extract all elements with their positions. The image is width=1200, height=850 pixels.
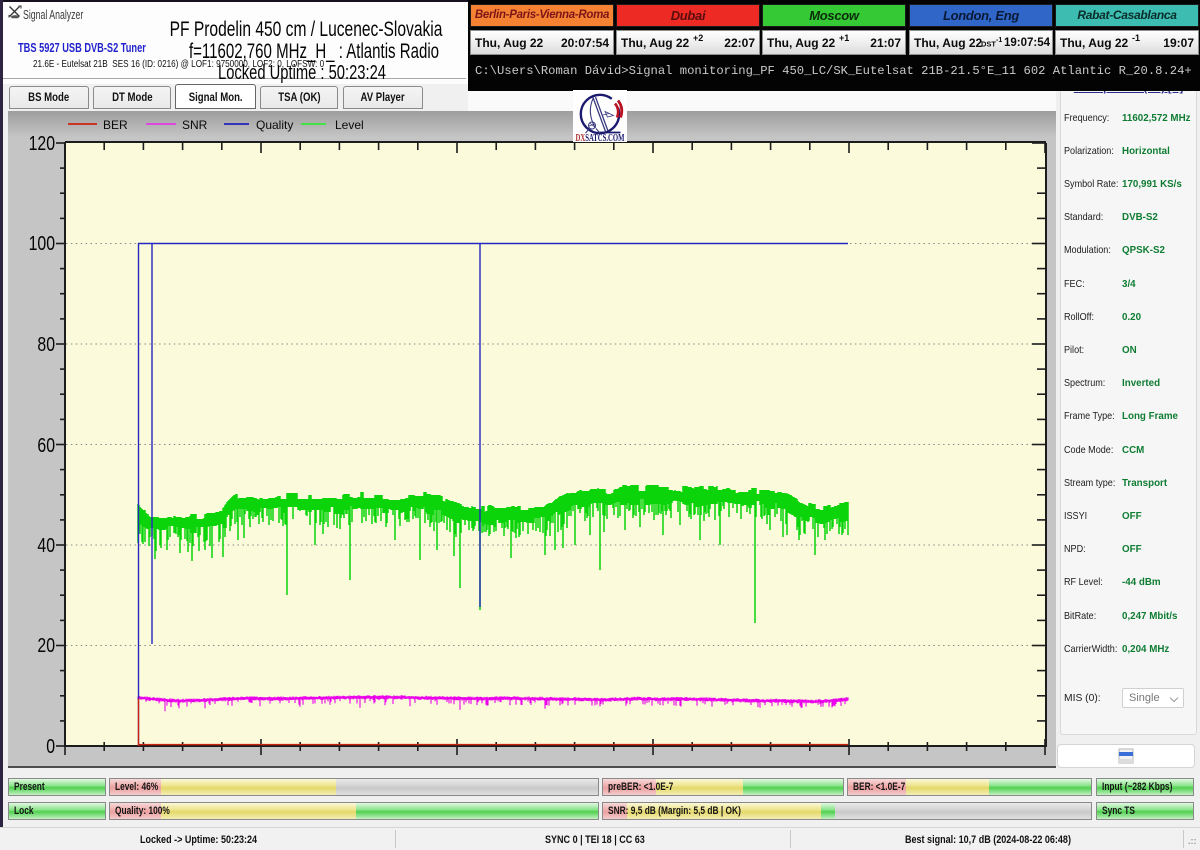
svg-text:60: 60	[37, 435, 55, 457]
svg-text:120: 120	[29, 133, 55, 155]
svg-text:100: 100	[29, 233, 55, 255]
svg-text:20: 20	[37, 635, 55, 657]
svg-text:DXSATCS.COM: DXSATCS.COM	[576, 133, 625, 142]
svg-text:40: 40	[37, 535, 55, 557]
svg-text:80: 80	[37, 334, 55, 356]
svg-text:0: 0	[46, 736, 55, 758]
